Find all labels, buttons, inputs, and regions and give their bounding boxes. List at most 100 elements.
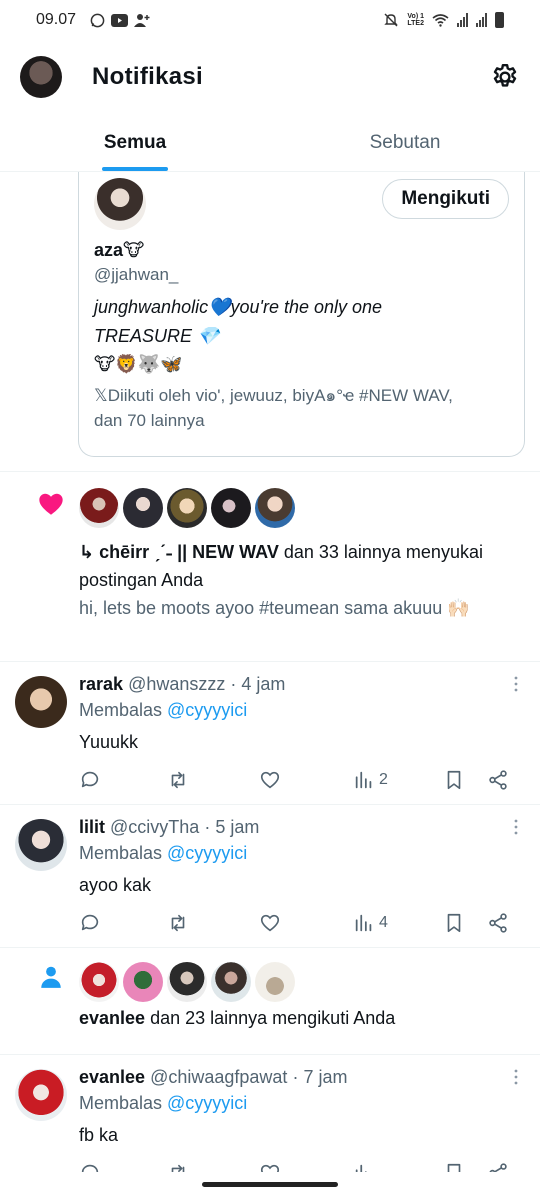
signal-icon-2 <box>476 13 487 27</box>
user-card-bio: junghwanholic💙you're the only one TREASU… <box>94 293 509 351</box>
avatar[interactable] <box>123 962 163 1002</box>
reply-tweet[interactable]: lilit @ccivyTha · 5 jam Membalas @cyyyyi… <box>0 805 540 948</box>
reply-button[interactable] <box>79 1162 167 1172</box>
tweet-time: · 5 jam <box>204 817 260 837</box>
views-icon <box>355 914 372 932</box>
reply-icon <box>81 771 99 788</box>
tweet-header: lilit @ccivyTha · 5 jam <box>79 815 259 839</box>
avatar[interactable] <box>79 962 119 1002</box>
views-button[interactable]: 2 <box>353 769 443 791</box>
like-button[interactable] <box>259 769 353 791</box>
heart-icon <box>39 493 63 515</box>
avatar[interactable] <box>15 819 67 871</box>
views-button[interactable]: 4 <box>353 912 443 934</box>
person-icon <box>41 966 61 988</box>
status-bar: 09.07 Vo) 1 LTE2 <box>0 0 540 40</box>
share-button[interactable] <box>487 912 509 934</box>
bio-line-2: TREASURE 💎 <box>94 326 220 346</box>
views-icon <box>355 771 372 789</box>
tweet-actions <box>79 1159 519 1172</box>
top-app-bar: Notifikasi <box>0 40 540 114</box>
avatar[interactable] <box>15 1069 67 1121</box>
like-button[interactable] <box>259 912 353 934</box>
share-button[interactable] <box>487 1162 509 1172</box>
gesture-navigation-bar[interactable] <box>202 1182 338 1187</box>
bookmark-button[interactable] <box>443 769 487 791</box>
avatar[interactable] <box>211 488 251 528</box>
user-card-avatar[interactable] <box>94 178 146 230</box>
reply-icon <box>81 914 99 931</box>
notification-tabs: Semua Sebutan <box>0 114 540 172</box>
avatar[interactable] <box>15 676 67 728</box>
user-card[interactable]: Mengikuti aza🐮 @jjahwan_ junghwanholic💙y… <box>78 172 525 457</box>
heart-outline-icon <box>260 1164 280 1172</box>
like-actor-name[interactable]: ↳ chēirr ˏˊ˗ || NEW WAV <box>79 542 279 562</box>
tab-semua[interactable]: Semua <box>0 114 270 171</box>
author-handle[interactable]: @chiwaagfpawat <box>150 1067 287 1087</box>
mention-link[interactable]: @cyyyyici <box>167 1093 247 1113</box>
like-notification[interactable]: ↳ chēirr ˏˊ˗ || NEW WAV dan 33 lainnya m… <box>0 472 540 662</box>
author-name[interactable]: rarak <box>79 674 123 694</box>
liker-avatars <box>79 488 295 528</box>
profile-avatar[interactable] <box>20 56 62 98</box>
views-icon <box>355 1164 367 1172</box>
bookmark-icon <box>447 770 461 790</box>
avatar[interactable] <box>123 488 163 528</box>
follower-avatars <box>79 962 295 1002</box>
mention-link[interactable]: @cyyyyici <box>167 843 247 863</box>
author-handle[interactable]: @ccivyTha <box>110 817 199 837</box>
reply-button[interactable] <box>79 912 167 934</box>
profile-card-notification: Mengikuti aza🐮 @jjahwan_ junghwanholic💙y… <box>0 172 540 472</box>
more-options-icon[interactable] <box>514 819 518 835</box>
more-options-icon[interactable] <box>514 676 518 692</box>
settings-gear-icon[interactable] <box>490 62 520 92</box>
bookmark-button[interactable] <box>443 912 487 934</box>
battery-icon <box>495 12 504 28</box>
views-button[interactable] <box>353 1162 443 1172</box>
lte-indicator: Vo) 1 LTE2 <box>407 13 424 27</box>
page-title: Notifikasi <box>92 63 204 90</box>
avatar[interactable] <box>211 962 251 1002</box>
reply-tweet[interactable]: rarak @hwanszzz · 4 jam Membalas @cyyyyi… <box>0 662 540 805</box>
avatar[interactable] <box>79 488 119 528</box>
followed-by-text: 𝕏Diikuti oleh vio', jewuuz, biyA๑°ҽ #NEW… <box>94 386 453 430</box>
more-options-icon[interactable] <box>514 1069 518 1085</box>
status-time: 09.07 <box>36 11 77 28</box>
follow-notification[interactable]: evanlee dan 23 lainnya mengikuti Anda <box>0 948 540 1055</box>
tweet-header: rarak @hwanszzz · 4 jam <box>79 672 285 696</box>
avatar[interactable] <box>255 962 295 1002</box>
repost-button[interactable] <box>167 769 259 791</box>
repost-button[interactable] <box>167 1162 259 1172</box>
views-count: 4 <box>379 914 388 931</box>
share-icon <box>489 913 507 933</box>
mention-link[interactable]: @cyyyyici <box>167 700 247 720</box>
bookmark-icon <box>447 913 461 933</box>
avatar[interactable] <box>167 488 207 528</box>
author-name[interactable]: lilit <box>79 817 105 837</box>
tab-sebutan[interactable]: Sebutan <box>270 114 540 171</box>
author-handle[interactable]: @hwanszzz <box>128 674 225 694</box>
user-card-name: aza🐮 <box>94 240 145 260</box>
avatar[interactable] <box>255 488 295 528</box>
tweet-text: Yuuukk <box>79 732 139 752</box>
avatar[interactable] <box>167 962 207 1002</box>
reply-button[interactable] <box>79 769 167 791</box>
follow-notification-text: evanlee dan 23 lainnya mengikuti Anda <box>79 1008 395 1029</box>
following-button[interactable]: Mengikuti <box>382 179 509 219</box>
reply-tweet[interactable]: evanlee @chiwaagfpawat · 7 jam Membalas … <box>0 1055 540 1172</box>
mute-icon <box>384 13 399 27</box>
replying-to: Membalas @cyyyyici <box>79 700 248 720</box>
replying-to: Membalas @cyyyyici <box>79 1093 248 1113</box>
liked-post-snippet[interactable]: hi, lets be moots ayoo #teumean sama aku… <box>79 594 519 622</box>
share-icon <box>489 770 507 790</box>
like-button[interactable] <box>259 1162 353 1172</box>
like-notification-text: ↳ chēirr ˏˊ˗ || NEW WAV dan 33 lainnya m… <box>79 538 519 594</box>
follow-actor-name[interactable]: evanlee <box>79 1008 145 1028</box>
author-name[interactable]: evanlee <box>79 1067 145 1087</box>
views-count: 2 <box>379 771 388 788</box>
share-button[interactable] <box>487 769 509 791</box>
notification-feed[interactable]: Mengikuti aza🐮 @jjahwan_ junghwanholic💙y… <box>0 172 540 1172</box>
tweet-time: · 7 jam <box>292 1067 348 1087</box>
repost-button[interactable] <box>167 912 259 934</box>
bookmark-button[interactable] <box>443 1162 487 1172</box>
